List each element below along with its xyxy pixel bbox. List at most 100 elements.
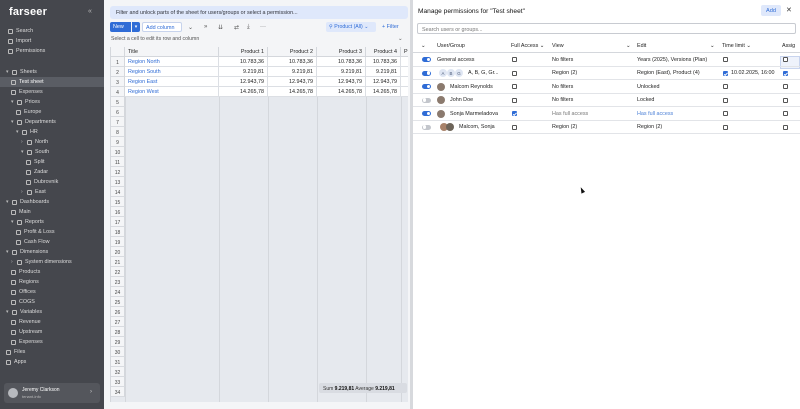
time-limit-checkbox[interactable] — [723, 111, 728, 116]
view-permission[interactable]: No filters — [552, 84, 573, 90]
sidebar-item-europe[interactable]: Europe — [0, 107, 104, 117]
row-number[interactable]: 18 — [111, 227, 125, 237]
value-cell-partial[interactable] — [401, 77, 408, 87]
sidebar-item-apps[interactable]: Apps — [0, 357, 104, 367]
value-cell[interactable]: 9.219,81 — [366, 67, 401, 77]
chevron-right-icon[interactable]: › — [11, 259, 15, 265]
row-number[interactable]: 31 — [111, 357, 125, 367]
sidebar-item-import[interactable]: Import — [0, 36, 104, 46]
view-permission[interactable]: Has full access — [552, 111, 588, 117]
column-header[interactable]: Title — [125, 47, 219, 57]
row-number[interactable]: 17 — [111, 217, 125, 227]
edit-permission[interactable]: Years (2025), Versions (Plan) — [637, 57, 707, 63]
time-limit-checkbox[interactable] — [723, 57, 728, 62]
value-cell[interactable]: 10.783,36 — [366, 57, 401, 67]
refresh-icon[interactable]: ⇄ — [234, 22, 239, 32]
row-number[interactable]: 20 — [111, 247, 125, 257]
row-number[interactable]: 34 — [111, 387, 125, 397]
value-cell-partial[interactable] — [401, 87, 408, 97]
sidebar-item-search[interactable]: Search — [0, 26, 104, 36]
new-button[interactable]: New — [110, 22, 131, 32]
row-number[interactable]: 33 — [111, 377, 125, 387]
row-number[interactable]: 30 — [111, 347, 125, 357]
more-icon[interactable]: ··· — [260, 22, 266, 32]
sidebar-item-dimensions[interactable]: ▾ Dimensions — [0, 247, 104, 257]
sidebar-item-offices[interactable]: Offices — [0, 287, 104, 297]
row-number[interactable]: 23 — [111, 277, 125, 287]
chevron-down-icon[interactable]: ⌄ — [626, 43, 631, 51]
add-permission-button[interactable]: Add — [761, 5, 781, 16]
view-permission[interactable]: No filters — [552, 57, 573, 63]
enable-toggle[interactable] — [422, 111, 431, 116]
user-menu[interactable]: Jeremy Clarkson tenant-info › — [4, 383, 100, 403]
time-limit-checkbox[interactable] — [723, 84, 728, 89]
assign-checkbox[interactable] — [783, 70, 788, 76]
column-header[interactable]: Product 1 — [219, 47, 268, 57]
sheet-grid[interactable]: Title Product 1 Product 2 Product 3 Product … — [110, 47, 408, 402]
time-limit-value[interactable]: 10.02.2025, 16:00 — [731, 70, 774, 76]
row-number[interactable]: 15 — [111, 197, 125, 207]
view-permission[interactable]: Region (2) — [552, 70, 577, 76]
sidebar-item-hr[interactable]: ▾ HR — [0, 127, 104, 137]
row-number[interactable]: 11 — [111, 157, 125, 167]
value-cell-partial[interactable] — [401, 67, 408, 77]
value-cell[interactable]: 10.783,36 — [219, 57, 268, 67]
edit-permission[interactable]: Region (2) — [637, 124, 662, 130]
chevron-right-icon[interactable]: › — [21, 189, 25, 195]
add-filter-button[interactable]: + Filter — [382, 22, 399, 32]
header-user-group[interactable]: User/Group — [437, 43, 465, 51]
sidebar-item-profit-loss[interactable]: Profit & Loss — [0, 227, 104, 237]
enable-toggle[interactable] — [422, 97, 431, 103]
chevron-down-icon[interactable]: ▾ — [21, 149, 25, 155]
collapse-all-icon[interactable]: ⇊ — [218, 22, 223, 32]
row-number[interactable]: 13 — [111, 177, 125, 187]
sidebar-item-files[interactable]: Files — [0, 347, 104, 357]
value-cell[interactable]: 12.943,79 — [268, 77, 317, 87]
row-title-cell[interactable]: Region East — [125, 77, 219, 87]
user-search-input[interactable]: Search users or groups... — [417, 23, 796, 34]
sidebar-item-variables[interactable]: ▾ Variables — [0, 307, 104, 317]
row-number[interactable]: 10 — [111, 147, 125, 157]
chevron-down-icon[interactable]: ⌄ — [188, 22, 193, 32]
sidebar-item-dashboards[interactable]: ▾ Dashboards — [0, 197, 104, 207]
header-full-access[interactable]: Full Access ⌄ — [511, 43, 544, 51]
enable-toggle[interactable] — [422, 57, 431, 62]
row-number[interactable]: 12 — [111, 167, 125, 177]
sidebar-item-north[interactable]: › North — [0, 137, 104, 147]
value-cell[interactable]: 14.265,78 — [366, 87, 401, 97]
enable-toggle[interactable] — [422, 84, 431, 89]
sidebar-item-regions[interactable]: Regions — [0, 277, 104, 287]
permission-row[interactable]: Malcom, Sonja Region (2) Region (2) — [413, 121, 800, 134]
enable-toggle[interactable] — [422, 70, 431, 76]
permission-row[interactable]: Malcom Reynolds No filters Unlocked — [413, 80, 800, 94]
value-cell-partial[interactable] — [401, 57, 408, 67]
chevron-down-icon[interactable]: ▾ — [6, 199, 10, 205]
chevron-down-icon[interactable]: ▾ — [6, 309, 10, 315]
chevron-down-icon[interactable]: ▾ — [11, 99, 15, 105]
time-limit-checkbox[interactable] — [723, 70, 728, 76]
edit-permission[interactable]: Locked — [637, 97, 654, 103]
row-title-cell[interactable]: Region North — [125, 57, 219, 67]
time-limit-checkbox[interactable] — [723, 97, 728, 103]
row-number[interactable]: 28 — [111, 327, 125, 337]
sidebar-item-expenses[interactable]: Expenses — [0, 87, 104, 97]
row-number[interactable]: 21 — [111, 257, 125, 267]
download-icon[interactable]: ⤓ — [247, 22, 250, 32]
close-icon[interactable]: ✕ — [786, 6, 792, 14]
sidebar-item-south[interactable]: ▾ South — [0, 147, 104, 157]
sidebar-item-sheets[interactable]: ▾ Sheets — [0, 67, 104, 77]
row-number[interactable]: 29 — [111, 337, 125, 347]
sidebar-item-permissions[interactable]: Permissions — [0, 46, 104, 56]
full-access-checkbox[interactable] — [512, 124, 517, 130]
sidebar-item-test-sheet[interactable]: Test sheet — [0, 77, 104, 87]
row-number[interactable]: 22 — [111, 267, 125, 277]
column-header[interactable]: P — [401, 47, 408, 57]
column-header[interactable]: Product 3 — [317, 47, 366, 57]
header-time-limit[interactable]: Time limit ⌄ — [722, 43, 751, 51]
sidebar-item-dubrovnik[interactable]: Dubrovnik — [0, 177, 104, 187]
chevron-right-icon[interactable]: › — [21, 139, 25, 145]
sidebar-item-cash-flow[interactable]: Cash Flow — [0, 237, 104, 247]
edit-permission[interactable]: Unlocked — [637, 84, 659, 90]
sidebar-item-departments[interactable]: ▾ Departments — [0, 117, 104, 127]
row-number[interactable]: 4 — [111, 87, 125, 97]
